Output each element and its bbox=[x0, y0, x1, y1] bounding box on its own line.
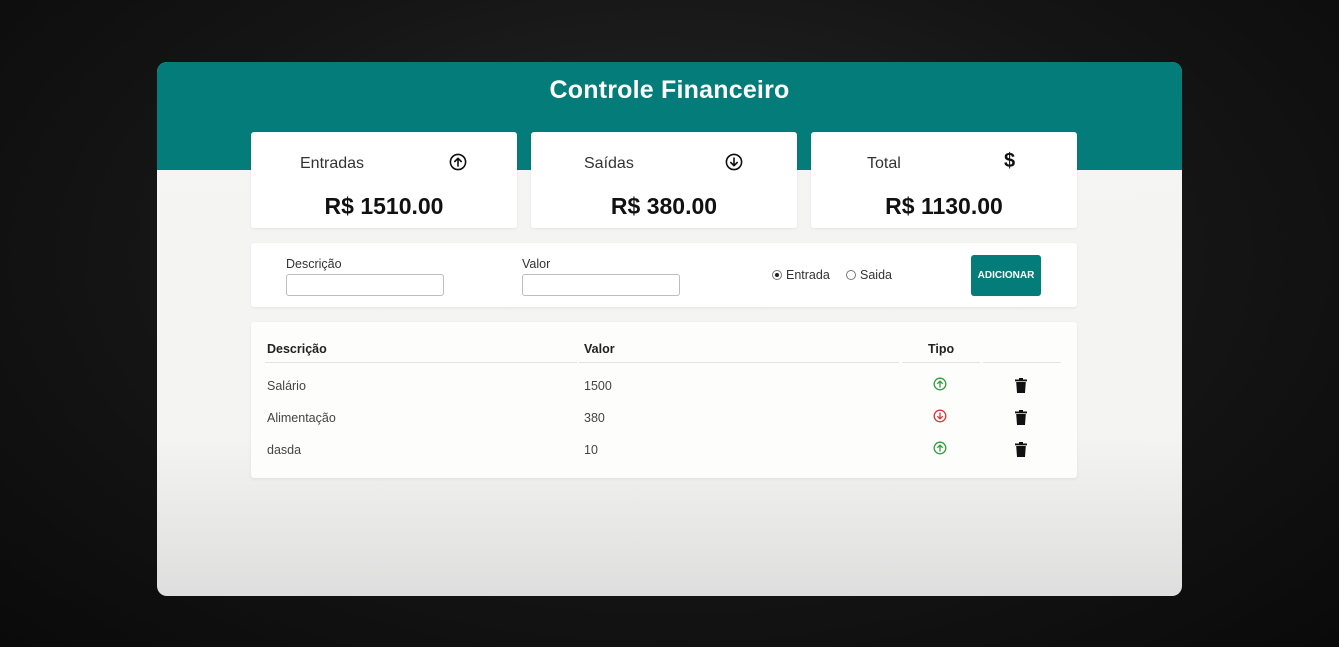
app-window: Controle Financeiro Entradas R$ 1510.00 … bbox=[157, 62, 1182, 596]
row-descricao: dasda bbox=[267, 443, 302, 457]
header-divider bbox=[265, 362, 577, 363]
saidas-label: Saídas bbox=[584, 155, 634, 172]
header-descricao: Descrição bbox=[267, 342, 327, 356]
header-divider bbox=[579, 362, 899, 363]
radio-entrada[interactable]: Entrada bbox=[772, 268, 830, 282]
arrow-up-circle-icon bbox=[449, 153, 467, 171]
saidas-value: R$ 380.00 bbox=[610, 193, 718, 219]
arrow-up-circle-icon bbox=[933, 377, 947, 391]
row-descricao: Salário bbox=[267, 379, 306, 393]
descricao-input[interactable] bbox=[286, 274, 444, 296]
summary-card-total: Total $ R$ 1130.00 bbox=[811, 132, 1077, 228]
entradas-value: R$ 1510.00 bbox=[324, 193, 444, 219]
table-row: dasda 10 bbox=[251, 441, 1077, 475]
summary-card-saidas: Saídas R$ 380.00 bbox=[531, 132, 797, 228]
dollar-icon: $ bbox=[1004, 150, 1016, 172]
descricao-label: Descrição bbox=[286, 257, 342, 271]
radio-saida[interactable]: Saida bbox=[846, 268, 892, 282]
summary-card-entradas: Entradas R$ 1510.00 bbox=[251, 132, 517, 228]
header-valor: Valor bbox=[584, 342, 615, 356]
total-label: Total bbox=[867, 155, 901, 172]
header-tipo: Tipo bbox=[928, 342, 955, 356]
valor-label: Valor bbox=[522, 257, 551, 271]
row-valor: 1500 bbox=[584, 379, 612, 393]
radio-entrada-button[interactable] bbox=[772, 270, 782, 280]
row-valor: 10 bbox=[584, 443, 598, 457]
radio-saida-button[interactable] bbox=[846, 270, 856, 280]
table-row: Salário 1500 bbox=[251, 377, 1077, 411]
row-descricao: Alimentação bbox=[267, 411, 336, 425]
page-title: Controle Financeiro bbox=[549, 76, 790, 104]
header-divider bbox=[902, 362, 980, 363]
total-value: R$ 1130.00 bbox=[885, 193, 1003, 219]
transactions-table: Descrição Valor Tipo Salário 1500 Alimen… bbox=[251, 322, 1077, 478]
radio-saida-label: Saida bbox=[860, 268, 892, 282]
arrow-down-circle-icon bbox=[933, 409, 947, 423]
add-button[interactable]: ADICIONAR bbox=[971, 255, 1041, 296]
row-valor: 380 bbox=[584, 411, 605, 425]
valor-input[interactable] bbox=[522, 274, 680, 296]
arrow-up-circle-icon bbox=[933, 441, 947, 455]
radio-entrada-label: Entrada bbox=[786, 268, 830, 282]
trash-icon[interactable] bbox=[1015, 378, 1027, 393]
transaction-form: Descrição Valor Entrada Saida ADICIONAR bbox=[251, 243, 1077, 307]
arrow-down-circle-icon bbox=[725, 153, 743, 171]
table-row: Alimentação 380 bbox=[251, 409, 1077, 443]
entradas-label: Entradas bbox=[300, 155, 365, 172]
trash-icon[interactable] bbox=[1015, 442, 1027, 457]
trash-icon[interactable] bbox=[1015, 410, 1027, 425]
header-divider bbox=[983, 362, 1061, 363]
